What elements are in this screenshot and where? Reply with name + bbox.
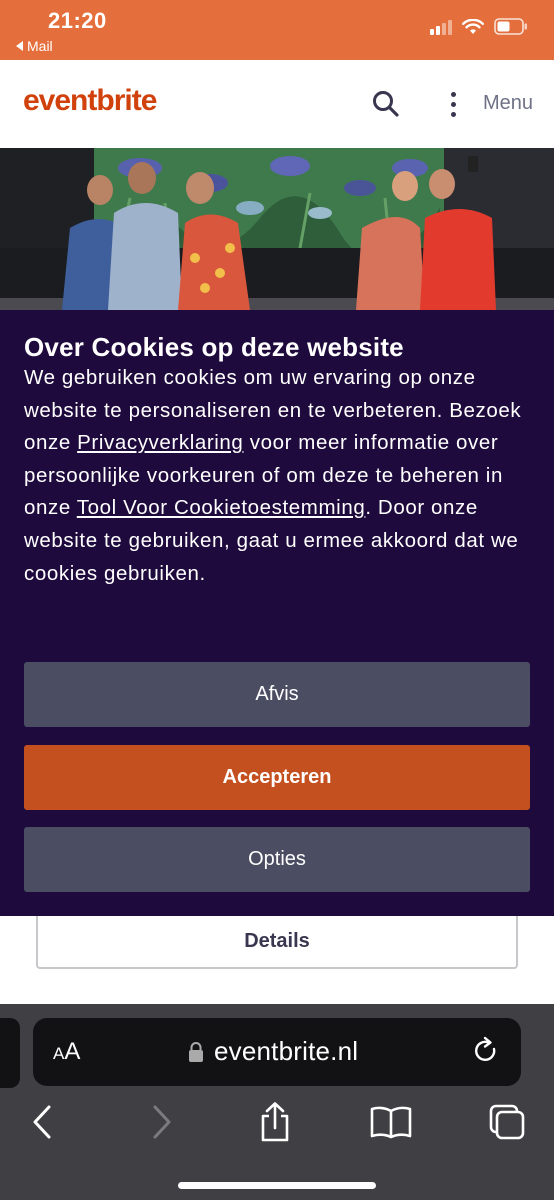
home-indicator[interactable]: [178, 1182, 376, 1189]
status-time: 21:20: [48, 8, 107, 33]
search-button[interactable]: [370, 88, 402, 120]
back-icon: [33, 1105, 51, 1139]
cookie-title: Over Cookies op deze website: [24, 332, 404, 362]
more-vertical-icon[interactable]: [440, 86, 466, 122]
hero-image: [0, 148, 554, 310]
forward-button[interactable]: [140, 1100, 184, 1144]
search-icon: [373, 91, 399, 117]
bookmarks-icon: [370, 1106, 412, 1139]
reject-button[interactable]: Afvis: [24, 662, 530, 727]
text-size-button[interactable]: AA: [53, 1038, 80, 1066]
site-header: eventbrite Menu: [0, 60, 554, 148]
share-button[interactable]: [253, 1100, 297, 1144]
signal-icon: [430, 19, 452, 35]
details-button[interactable]: Details: [36, 916, 518, 969]
details-section: Details: [0, 916, 554, 1004]
cookie-consent-tool-link[interactable]: Tool Voor Cookietoestemming: [77, 496, 366, 519]
eventbrite-logo[interactable]: eventbrite: [23, 84, 157, 118]
back-button[interactable]: [20, 1100, 64, 1144]
address-bar[interactable]: AA eventbrite.nl: [33, 1018, 521, 1086]
forward-icon: [153, 1105, 171, 1139]
back-to-mail-link[interactable]: Mail: [16, 38, 53, 54]
url-display[interactable]: eventbrite.nl: [188, 1036, 358, 1067]
lock-icon: [189, 1041, 203, 1062]
reload-icon[interactable]: [471, 1036, 501, 1066]
wifi-icon: [462, 18, 484, 34]
tabs-button[interactable]: [485, 1100, 529, 1144]
cookie-text: We gebruiken cookies om uw ervaring op o…: [24, 366, 522, 585]
share-icon: [261, 1102, 289, 1142]
tabs-icon: [489, 1104, 525, 1140]
back-app-label: Mail: [27, 38, 53, 54]
url-text: eventbrite.nl: [214, 1036, 359, 1066]
privacy-statement-link[interactable]: Privacyverklaring: [77, 431, 243, 454]
safari-toolbar: AA eventbrite.nl: [0, 1004, 554, 1200]
status-bar: 21:20 Mail: [0, 0, 554, 60]
cookie-banner: Over Cookies op deze website We gebruike…: [0, 310, 554, 916]
options-button[interactable]: Opties: [24, 827, 530, 892]
back-arrow-icon: [16, 41, 23, 51]
battery-icon: [494, 18, 527, 35]
status-icons: [430, 18, 528, 35]
accept-button[interactable]: Accepteren: [24, 745, 530, 810]
menu-button[interactable]: Menu: [483, 92, 533, 115]
bookmarks-button[interactable]: [369, 1100, 413, 1144]
previous-tab-peek[interactable]: [0, 1018, 20, 1088]
